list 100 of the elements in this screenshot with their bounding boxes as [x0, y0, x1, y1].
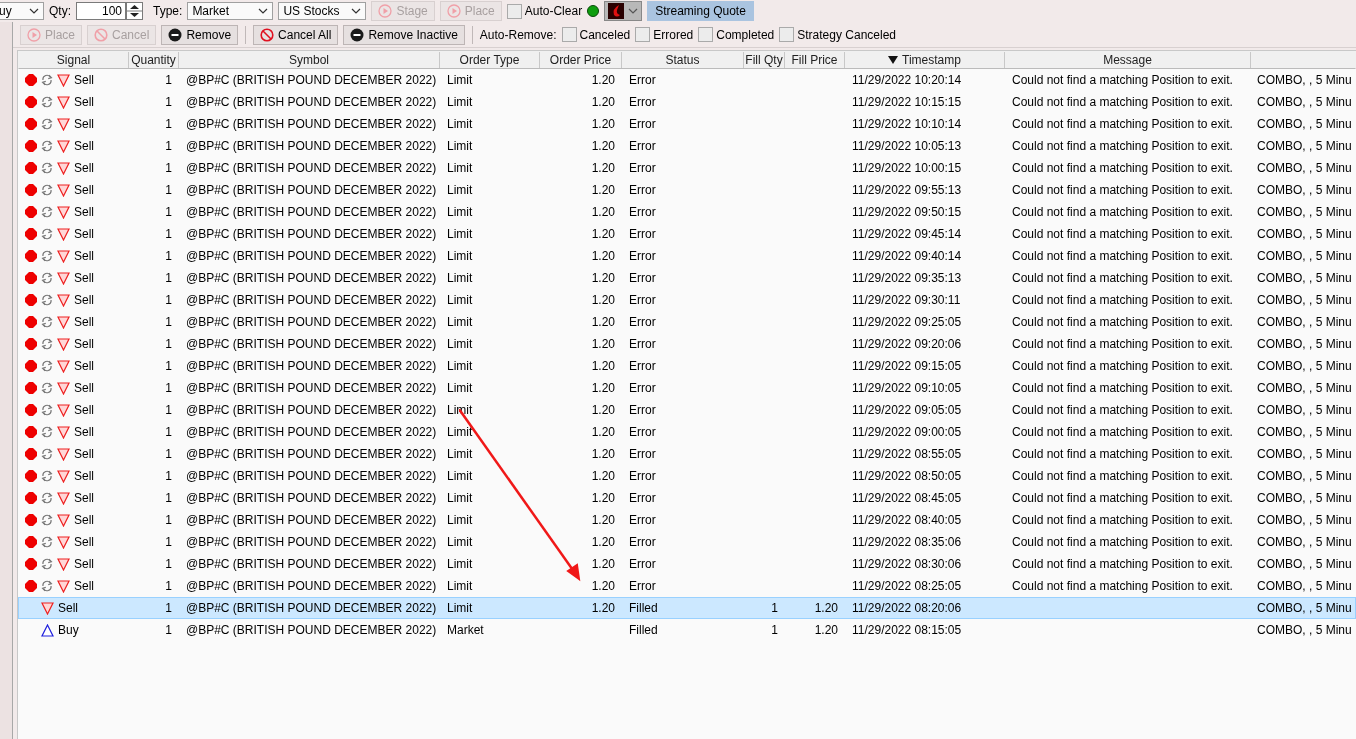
timestamp-cell-text: 11/29/2022 10:00:15: [851, 161, 963, 175]
column-header[interactable]: Status: [622, 52, 744, 68]
timestamp-cell-text: 11/29/2022 08:45:05: [851, 491, 963, 505]
table-row[interactable]: Sell 1 @BP#C (BRITISH POUND DECEMBER 2022) Limit 1.20 Error 11/29/2022 08:50:05 Could not find a matching Position to exit. COMBO, , 5 Minu: [18, 465, 1356, 487]
symbol-cell-text: @BP#C (BRITISH POUND DECEMBER 2022): [185, 513, 438, 527]
table-row[interactable]: Sell 1 @BP#C (BRITISH POUND DECEMBER 2022) Limit 1.20 Filled 1 1.20 11/29/2022 08:20:06 COMBO, , 5 Minu: [18, 597, 1356, 619]
status-cell-text: Error: [628, 315, 657, 329]
strategy-cell-text: COMBO, , 5 Minu: [1256, 381, 1353, 395]
triangle-down-icon: [57, 293, 70, 307]
column-header[interactable]: Quantity: [129, 52, 179, 68]
quantity-cell-text: 1: [164, 381, 173, 395]
triangle-down-icon: [57, 403, 70, 417]
symbol-cell-text: @BP#C (BRITISH POUND DECEMBER 2022): [185, 447, 438, 461]
toggle-button[interactable]: Streaming Quote: [647, 1, 754, 21]
quantity-cell-text: 1: [164, 425, 173, 439]
table-row[interactable]: Sell 1 @BP#C (BRITISH POUND DECEMBER 2022) Limit 1.20 Error 11/29/2022 09:20:06 Could not find a matching Position to exit. COMBO, , 5 Minu: [18, 333, 1356, 355]
table-row[interactable]: Sell 1 @BP#C (BRITISH POUND DECEMBER 2022) Limit 1.20 Error 11/29/2022 09:05:05 Could not find a matching Position to exit. COMBO, , 5 Minu: [18, 399, 1356, 421]
order-type-cell-text: Limit: [446, 95, 474, 109]
table-row[interactable]: Sell 1 @BP#C (BRITISH POUND DECEMBER 2022) Limit 1.20 Error 11/29/2022 10:20:14 Could not find a matching Position to exit. COMBO, , 5 Minu: [18, 69, 1356, 91]
table-row[interactable]: Sell 1 @BP#C (BRITISH POUND DECEMBER 2022) Limit 1.20 Error 11/29/2022 10:05:13 Could not find a matching Position to exit. COMBO, , 5 Minu: [18, 135, 1356, 157]
status-cell-text: Error: [628, 161, 657, 175]
table-row[interactable]: Sell 1 @BP#C (BRITISH POUND DECEMBER 2022) Limit 1.20 Error 11/29/2022 09:00:05 Could not find a matching Position to exit. COMBO, , 5 Minu: [18, 421, 1356, 443]
table-row[interactable]: Sell 1 @BP#C (BRITISH POUND DECEMBER 2022) Limit 1.20 Error 11/29/2022 08:55:05 Could not find a matching Position to exit. COMBO, , 5 Minu: [18, 443, 1356, 465]
refresh-icon: [41, 118, 53, 130]
fill-price-cell-text: 1.20: [813, 601, 839, 615]
checkbox[interactable]: [779, 27, 795, 42]
order-price-cell-text: 1.20: [590, 491, 616, 505]
strategy-cell-text: COMBO, , 5 Minu: [1256, 293, 1353, 307]
refresh-icon: [41, 426, 53, 438]
table-row[interactable]: Sell 1 @BP#C (BRITISH POUND DECEMBER 2022) Limit 1.20 Error 11/29/2022 09:15:05 Could not find a matching Position to exit. COMBO, , 5 Minu: [18, 355, 1356, 377]
table-row[interactable]: Sell 1 @BP#C (BRITISH POUND DECEMBER 2022) Limit 1.20 Error 11/29/2022 10:00:15 Could not find a matching Position to exit. COMBO, , 5 Minu: [18, 157, 1356, 179]
order-type-cell-text: Limit: [446, 183, 474, 197]
column-header[interactable]: Fill Price: [785, 52, 845, 68]
table-row[interactable]: Sell 1 @BP#C (BRITISH POUND DECEMBER 2022) Limit 1.20 Error 11/29/2022 09:50:15 Could not find a matching Position to exit. COMBO, , 5 Minu: [18, 201, 1356, 223]
table-row[interactable]: Sell 1 @BP#C (BRITISH POUND DECEMBER 2022) Limit 1.20 Error 11/29/2022 09:55:13 Could not find a matching Position to exit. COMBO, , 5 Minu: [18, 179, 1356, 201]
table-row[interactable]: Sell 1 @BP#C (BRITISH POUND DECEMBER 2022) Limit 1.20 Error 11/29/2022 08:40:05 Could not find a matching Position to exit. COMBO, , 5 Minu: [18, 509, 1356, 531]
quantity-cell-text: 1: [164, 447, 173, 461]
table-row[interactable]: Sell 1 @BP#C (BRITISH POUND DECEMBER 2022) Limit 1.20 Error 11/29/2022 08:45:05 Could not find a matching Position to exit. COMBO, , 5 Minu: [18, 487, 1356, 509]
status-cell-text: Error: [628, 403, 657, 417]
column-header[interactable]: Symbol: [179, 52, 440, 68]
column-header[interactable]: Signal: [19, 52, 129, 68]
timestamp-cell-text: 11/29/2022 10:20:14: [851, 73, 963, 87]
table-row[interactable]: Sell 1 @BP#C (BRITISH POUND DECEMBER 2022) Limit 1.20 Error 11/29/2022 08:35:06 Could not find a matching Position to exit. COMBO, , 5 Minu: [18, 531, 1356, 553]
minus-circle-icon: [350, 27, 365, 42]
field-label: Qty:: [49, 4, 71, 18]
order-price-cell-text: 1.20: [590, 315, 616, 329]
column-header[interactable]: Order Type: [440, 52, 540, 68]
icon-dropdown[interactable]: [604, 1, 643, 21]
table-row[interactable]: Sell 1 @BP#C (BRITISH POUND DECEMBER 2022) Limit 1.20 Error 11/29/2022 09:10:05 Could not find a matching Position to exit. COMBO, , 5 Minu: [18, 377, 1356, 399]
column-header[interactable]: Order Price: [540, 52, 622, 68]
signal-text: Sell: [74, 73, 94, 87]
order-price-cell-text: 1.20: [590, 579, 616, 593]
signal-text: Sell: [74, 469, 94, 483]
status-cell-text: Filled: [628, 623, 659, 637]
quantity-cell-text: 1: [164, 249, 173, 263]
checkbox[interactable]: [506, 3, 522, 19]
strategy-cell-text: COMBO, , 5 Minu: [1256, 557, 1353, 571]
strategy-cell-text: COMBO, , 5 Minu: [1256, 183, 1353, 197]
table-row[interactable]: Sell 1 @BP#C (BRITISH POUND DECEMBER 2022) Limit 1.20 Error 11/29/2022 09:30:11 Could not find a matching Position to exit. COMBO, , 5 Minu: [18, 289, 1356, 311]
strategy-cell-text: COMBO, , 5 Minu: [1256, 403, 1353, 417]
table-row[interactable]: Sell 1 @BP#C (BRITISH POUND DECEMBER 2022) Limit 1.20 Error 11/29/2022 08:25:05 Could not find a matching Position to exit. COMBO, , 5 Minu: [18, 575, 1356, 597]
checkbox[interactable]: [698, 27, 714, 42]
checkbox[interactable]: [635, 27, 651, 42]
spinner-icon[interactable]: [126, 2, 143, 20]
message-cell-text: Could not find a matching Position to exit.: [1011, 425, 1234, 439]
status-cell-text: Error: [628, 183, 657, 197]
table-row[interactable]: Buy 1 @BP#C (BRITISH POUND DECEMBER 2022) Market Filled 1 1.20 11/29/2022 08:15:05 COMBO, , 5 Minu: [18, 619, 1356, 641]
signal-text: Sell: [74, 293, 94, 307]
column-header[interactable]: Timestamp: [845, 52, 1005, 68]
triangle-down-icon: [57, 183, 70, 197]
dropdown[interactable]: Market: [187, 2, 274, 20]
column-header[interactable]: Fill Qty: [744, 52, 785, 68]
table-row[interactable]: Sell 1 @BP#C (BRITISH POUND DECEMBER 2022) Limit 1.20 Error 11/29/2022 09:45:14 Could not find a matching Position to exit. COMBO, , 5 Minu: [18, 223, 1356, 245]
column-header[interactable]: Message: [1005, 52, 1251, 68]
table-row[interactable]: Sell 1 @BP#C (BRITISH POUND DECEMBER 2022) Limit 1.20 Error 11/29/2022 08:30:06 Could not find a matching Position to exit. COMBO, , 5 Minu: [18, 553, 1356, 575]
table-row[interactable]: Sell 1 @BP#C (BRITISH POUND DECEMBER 2022) Limit 1.20 Error 11/29/2022 10:15:15 Could not find a matching Position to exit. COMBO, , 5 Minu: [18, 91, 1356, 113]
timestamp-cell-text: 11/29/2022 10:10:14: [851, 117, 963, 131]
refresh-icon: [41, 96, 53, 108]
refresh-icon: [41, 184, 53, 196]
order-price-cell-text: 1.20: [590, 271, 616, 285]
triangle-down-icon: [57, 205, 70, 219]
order-type-cell-text: Limit: [446, 315, 474, 329]
toolbar-button[interactable]: Remove: [161, 24, 239, 45]
message-cell-text: Could not find a matching Position to exit.: [1011, 359, 1234, 373]
quantity-field[interactable]: 100: [76, 2, 126, 20]
signal-text: Sell: [74, 95, 94, 109]
strategy-cell-text: COMBO, , 5 Minu: [1256, 491, 1353, 505]
dropdown[interactable]: uy: [0, 2, 44, 20]
dropdown[interactable]: US Stocks: [278, 2, 367, 20]
symbol-cell-text: @BP#C (BRITISH POUND DECEMBER 2022): [185, 491, 438, 505]
signal-text: Sell: [74, 117, 94, 131]
table-row[interactable]: Sell 1 @BP#C (BRITISH POUND DECEMBER 2022) Limit 1.20 Error 11/29/2022 09:25:05 Could not find a matching Position to exit. COMBO, , 5 Minu: [18, 311, 1356, 333]
table-row[interactable]: Sell 1 @BP#C (BRITISH POUND DECEMBER 2022) Limit 1.20 Error 11/29/2022 09:35:13 Could not find a matching Position to exit. COMBO, , 5 Minu: [18, 267, 1356, 289]
toolbar-button[interactable]: Remove Inactive: [343, 24, 465, 45]
toolbar-button[interactable]: Cancel All: [253, 24, 339, 45]
order-type-cell-text: Limit: [446, 293, 474, 307]
timestamp-cell-text: 11/29/2022 08:15:05: [851, 623, 963, 637]
table-row[interactable]: Sell 1 @BP#C (BRITISH POUND DECEMBER 2022) Limit 1.20 Error 11/29/2022 10:10:14 Could not find a matching Position to exit. COMBO, , 5 Minu: [18, 113, 1356, 135]
table-row[interactable]: Sell 1 @BP#C (BRITISH POUND DECEMBER 2022) Limit 1.20 Error 11/29/2022 09:40:14 Could not find a matching Position to exit. COMBO, , 5 Minu: [18, 245, 1356, 267]
checkbox[interactable]: [561, 27, 577, 42]
